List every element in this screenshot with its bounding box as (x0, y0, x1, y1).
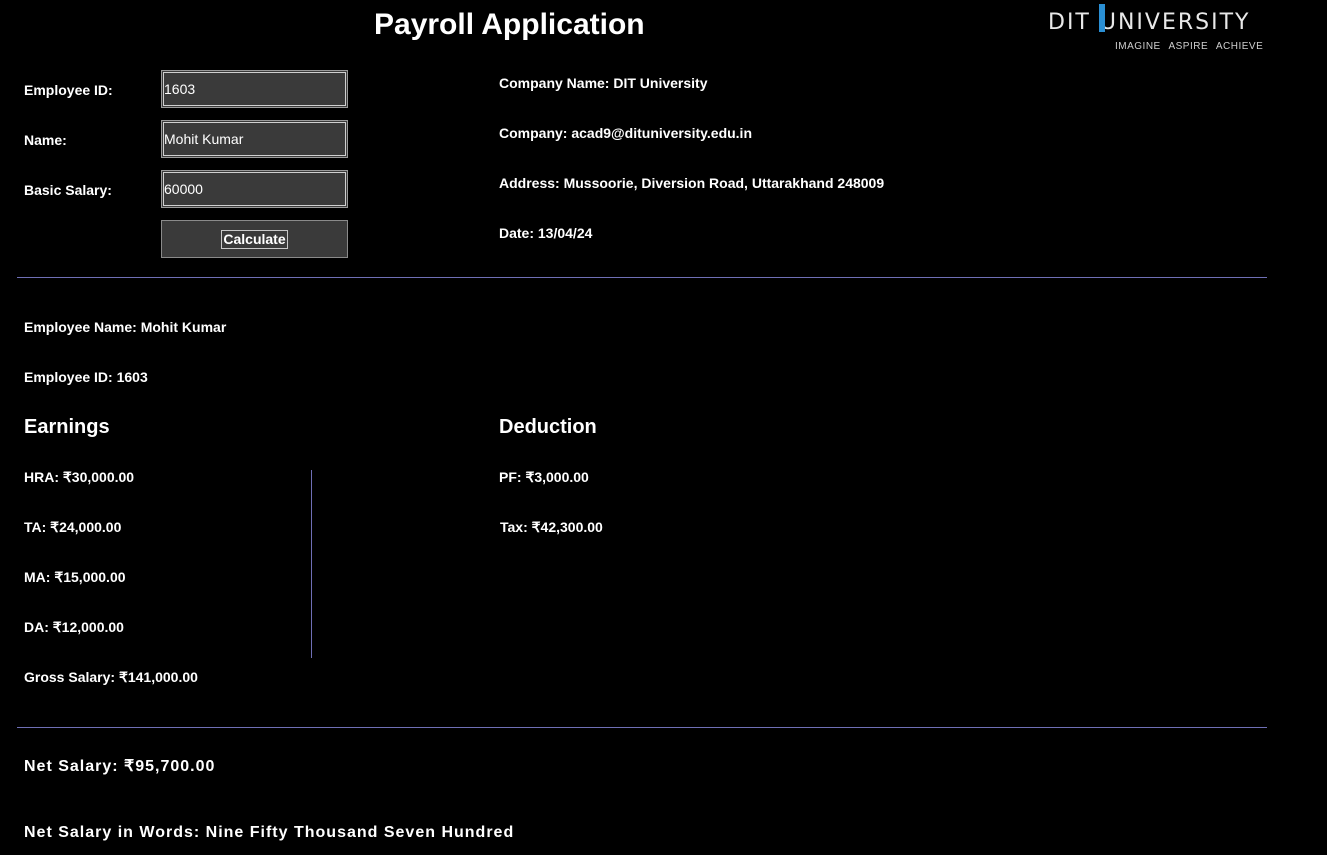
pf-value: PF: ₹3,000.00 (499, 469, 589, 485)
basic-salary-field[interactable] (161, 170, 348, 208)
result-employee-name: Employee Name: Mohit Kumar (24, 319, 227, 335)
result-employee-id: Employee ID: 1603 (24, 369, 148, 385)
university-logo: DIT UNIVERSITY IMAGINE ASPIRE ACHIEVE (1048, 4, 1288, 56)
gross-salary-value: Gross Salary: ₹141,000.00 (24, 669, 198, 685)
employee-id-label: Employee ID: (24, 82, 113, 98)
company-name: Company Name: DIT University (499, 75, 708, 91)
logo-name: DIT UNIVERSITY (1048, 10, 1251, 35)
ma-value: MA: ₹15,000.00 (24, 569, 126, 585)
logo-tagline: IMAGINE ASPIRE ACHIEVE (1115, 41, 1264, 52)
company-email: Company: acad9@dituniversity.edu.in (499, 125, 752, 141)
ta-value: TA: ₹24,000.00 (24, 519, 122, 535)
current-date: Date: 13/04/24 (499, 225, 593, 241)
name-field[interactable] (161, 120, 348, 158)
earnings-heading: Earnings (24, 416, 110, 438)
company-address: Address: Mussoorie, Diversion Road, Utta… (499, 175, 885, 191)
da-value: DA: ₹12,000.00 (24, 619, 124, 635)
page-title: Payroll Application (374, 8, 645, 41)
basic-salary-label: Basic Salary: (24, 182, 112, 198)
employee-id-field[interactable] (161, 70, 348, 108)
divider-bottom (17, 727, 1267, 728)
calculate-button[interactable]: Calculate (161, 220, 348, 258)
net-salary-value: Net Salary: ₹95,700.00 (24, 758, 216, 775)
hra-value: HRA: ₹30,000.00 (24, 469, 135, 485)
net-salary-words: Net Salary in Words: Nine Fifty Thousand… (24, 824, 515, 841)
deduction-heading: Deduction (499, 416, 597, 438)
calculate-button-label: Calculate (221, 229, 288, 249)
logo-mark-icon (1099, 4, 1105, 32)
divider-top (17, 277, 1267, 278)
tax-value: Tax: ₹42,300.00 (500, 519, 603, 535)
earnings-divider (311, 470, 312, 658)
name-label: Name: (24, 132, 67, 148)
